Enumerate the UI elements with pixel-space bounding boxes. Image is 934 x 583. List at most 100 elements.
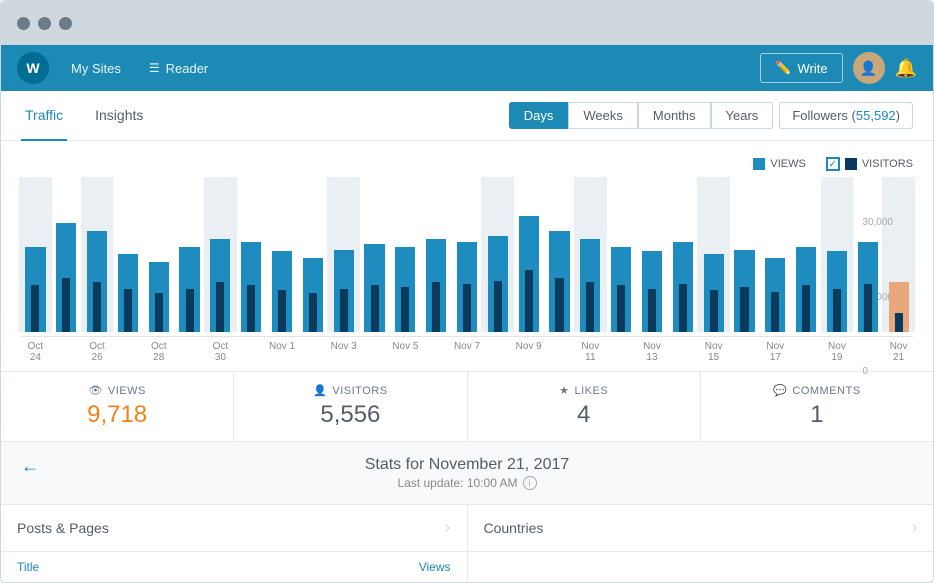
countries-header[interactable]: Countries › bbox=[468, 505, 934, 552]
traffic-light-green[interactable] bbox=[59, 17, 72, 30]
bar-visitors bbox=[771, 292, 779, 332]
stat-comments: 💬 COMMENTS 1 bbox=[701, 372, 933, 441]
bar-group-19[interactable] bbox=[607, 177, 636, 332]
bar-group-6[interactable] bbox=[206, 177, 235, 332]
bar-group-0[interactable] bbox=[21, 177, 50, 332]
period-years[interactable]: Years bbox=[711, 102, 774, 129]
reader-icon: ☰ bbox=[149, 61, 160, 75]
bar-visitors bbox=[525, 270, 533, 332]
bar-views bbox=[734, 250, 754, 332]
bar-views bbox=[179, 247, 199, 332]
my-sites-label: My Sites bbox=[71, 61, 121, 76]
stat-views-label: 👁 VIEWS bbox=[17, 384, 217, 397]
bar-views bbox=[56, 223, 76, 332]
comments-icon: 💬 bbox=[773, 384, 787, 397]
write-button[interactable]: ✏️ Write bbox=[760, 53, 842, 83]
stat-visitors-value: 5,556 bbox=[250, 401, 450, 429]
bar-views bbox=[673, 242, 693, 332]
bar-group-10[interactable] bbox=[329, 177, 358, 332]
bar-group-1[interactable] bbox=[52, 177, 81, 332]
x-label-7 bbox=[237, 341, 266, 363]
posts-pages-header[interactable]: Posts & Pages › bbox=[1, 505, 467, 552]
traffic-light-red[interactable] bbox=[17, 17, 30, 30]
bar-group-7[interactable] bbox=[237, 177, 266, 332]
bar-group-9[interactable] bbox=[298, 177, 327, 332]
bar-visitors bbox=[155, 293, 163, 332]
x-label-8: Nov 1 bbox=[268, 341, 297, 363]
back-arrow[interactable]: ← bbox=[21, 456, 39, 477]
period-months[interactable]: Months bbox=[638, 102, 711, 129]
tab-insights[interactable]: Insights bbox=[91, 91, 147, 141]
wp-logo[interactable]: W bbox=[17, 52, 49, 84]
bar-group-3[interactable] bbox=[113, 177, 142, 332]
bar-visitors bbox=[833, 289, 841, 332]
date-update: Last update: 10:00 AM i bbox=[15, 476, 919, 490]
bar-views bbox=[210, 239, 230, 332]
x-label-22: Nov 15 bbox=[699, 341, 728, 363]
bar-group-5[interactable] bbox=[175, 177, 204, 332]
bar-group-11[interactable] bbox=[360, 177, 389, 332]
x-label-9 bbox=[298, 341, 327, 363]
bar-group-18[interactable] bbox=[576, 177, 605, 332]
notifications-bell[interactable]: 🔔 bbox=[895, 58, 917, 79]
bar-group-20[interactable] bbox=[638, 177, 667, 332]
bar-group-17[interactable] bbox=[545, 177, 574, 332]
followers-button[interactable]: Followers (55,592) bbox=[779, 102, 913, 129]
x-label-26: Nov 19 bbox=[823, 341, 852, 363]
reader-nav[interactable]: ☰ Reader bbox=[135, 45, 222, 91]
bar-views bbox=[149, 262, 169, 332]
bar-group-2[interactable] bbox=[83, 177, 112, 332]
stat-views-value: 9,718 bbox=[17, 401, 217, 429]
x-label-20: Nov 13 bbox=[638, 341, 667, 363]
stat-comments-label: 💬 COMMENTS bbox=[717, 384, 917, 397]
x-label-24: Nov 17 bbox=[761, 341, 790, 363]
x-label-10: Nov 3 bbox=[329, 341, 358, 363]
bar-views bbox=[118, 254, 138, 332]
bar-visitors bbox=[494, 281, 502, 332]
user-avatar[interactable]: 👤 bbox=[853, 52, 885, 84]
bar-group-24[interactable] bbox=[761, 177, 790, 332]
bar-visitors bbox=[432, 282, 440, 332]
bar-views bbox=[272, 251, 292, 332]
col-views-label: Views bbox=[419, 560, 451, 574]
period-buttons: Days Weeks Months Years bbox=[509, 102, 774, 129]
legend-visitors-checkbox[interactable]: ✓ bbox=[826, 157, 840, 171]
bar-group-27[interactable] bbox=[853, 177, 882, 332]
bar-visitors bbox=[679, 284, 687, 332]
my-sites-nav[interactable]: My Sites bbox=[57, 45, 135, 91]
x-label-6: Oct 30 bbox=[206, 341, 235, 363]
stat-visitors-label: 👤 VISITORS bbox=[250, 384, 450, 397]
bar-views bbox=[858, 242, 878, 332]
period-days[interactable]: Days bbox=[509, 102, 569, 129]
bar-group-25[interactable] bbox=[792, 177, 821, 332]
bar-views bbox=[241, 242, 261, 332]
stat-likes: ★ LIKES 4 bbox=[468, 372, 701, 441]
bar-group-12[interactable] bbox=[391, 177, 420, 332]
bar-group-26[interactable] bbox=[823, 177, 852, 332]
x-axis-labels: Oct 24Oct 26Oct 28Oct 30Nov 1Nov 3Nov 5N… bbox=[21, 341, 913, 363]
bar-group-16[interactable] bbox=[514, 177, 543, 332]
bar-group-21[interactable] bbox=[668, 177, 697, 332]
x-label-17 bbox=[545, 341, 574, 363]
bar-visitors bbox=[586, 282, 594, 332]
period-weeks[interactable]: Weeks bbox=[568, 102, 638, 129]
traffic-light-yellow[interactable] bbox=[38, 17, 51, 30]
bar-views bbox=[25, 247, 45, 332]
bar-group-23[interactable] bbox=[730, 177, 759, 332]
bar-visitors bbox=[216, 282, 224, 332]
bar-chart bbox=[21, 177, 913, 337]
x-label-12: Nov 5 bbox=[391, 341, 420, 363]
bar-views bbox=[334, 250, 354, 332]
bar-visitors bbox=[370, 285, 378, 332]
chart-legend: VIEWS ✓ VISITORS bbox=[21, 157, 913, 171]
bar-group-13[interactable] bbox=[422, 177, 451, 332]
tab-traffic[interactable]: Traffic bbox=[21, 91, 67, 141]
bar-group-15[interactable] bbox=[483, 177, 512, 332]
bar-group-22[interactable] bbox=[699, 177, 728, 332]
bar-visitors bbox=[802, 285, 810, 332]
bar-group-14[interactable] bbox=[453, 177, 482, 332]
x-label-15 bbox=[483, 341, 512, 363]
bar-group-8[interactable] bbox=[268, 177, 297, 332]
bottom-panels: Posts & Pages › Title Views Countries › bbox=[1, 504, 933, 582]
bar-group-4[interactable] bbox=[144, 177, 173, 332]
